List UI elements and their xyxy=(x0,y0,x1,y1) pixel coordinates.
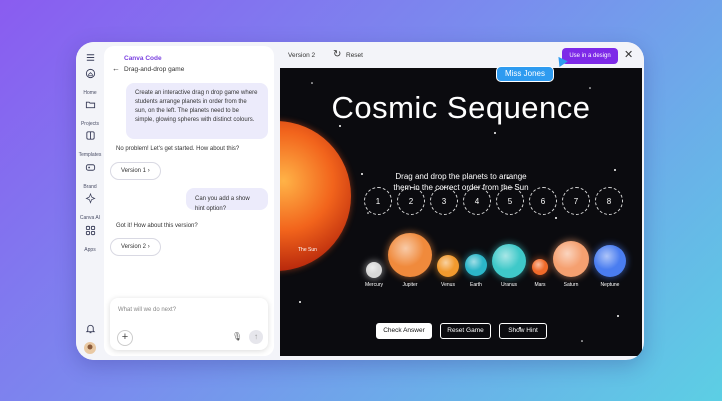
arrow-up-icon: ↑ xyxy=(254,332,258,341)
check-answer-button[interactable]: Check Answer xyxy=(376,323,432,339)
brand-title: Canva Code xyxy=(124,55,162,62)
game-subtitle-2: them in the correct order from the Sun xyxy=(393,183,529,192)
add-attachment-button[interactable]: + xyxy=(117,330,133,346)
app-window: Home Projects Templates Brand Canva AI A… xyxy=(76,42,644,360)
planet-mars[interactable] xyxy=(530,257,550,277)
planet-jupiter[interactable] xyxy=(386,231,434,279)
rail-item-canva-ai[interactable]: Canva AI xyxy=(76,193,104,224)
rail-label-canva-ai: Canva AI xyxy=(79,215,101,221)
planet-neptune[interactable] xyxy=(592,243,628,279)
drop-slot-8[interactable]: 8 xyxy=(595,187,623,215)
use-in-design-button[interactable]: Use in a design xyxy=(562,48,618,64)
planet-label-saturn: Saturn xyxy=(563,282,579,288)
planet-venus[interactable] xyxy=(435,253,461,279)
left-rail: Home Projects Templates Brand Canva AI A… xyxy=(76,42,104,360)
chevron-right-icon: › xyxy=(147,168,150,174)
rail-item-home[interactable]: Home xyxy=(76,68,104,99)
game-subtitle-1: Drag and drop the planets to arrange xyxy=(395,172,527,181)
sun-label: The Sun xyxy=(298,247,317,253)
bell-icon xyxy=(85,324,95,334)
chat-panel: Canva Code ← Drag-and-drop game Create a… xyxy=(104,46,274,356)
reset-game-button[interactable]: Reset Game xyxy=(440,323,491,339)
user-message-2: Can you add a show hint option? xyxy=(186,188,268,212)
planets xyxy=(364,231,628,280)
rail-item-projects[interactable]: Projects xyxy=(76,99,104,130)
close-icon[interactable]: ✕ xyxy=(624,48,633,61)
version-2-label: Version 2 xyxy=(121,244,147,250)
reset-icon[interactable]: ↻ xyxy=(333,49,341,60)
planet-label-mercury: Mercury xyxy=(364,282,384,288)
planet-saturn[interactable] xyxy=(551,239,591,279)
breadcrumb: Drag-and-drop game xyxy=(124,66,185,73)
planet-label-neptune: Neptune xyxy=(600,282,620,288)
canva-ai-icon xyxy=(84,193,96,204)
collaborator-badge: Miss Jones xyxy=(496,66,554,82)
menu-icon xyxy=(86,54,94,61)
notifications-button[interactable] xyxy=(76,323,104,336)
planet-label-jupiter: Jupiter xyxy=(402,282,418,288)
planet-mercury[interactable] xyxy=(364,260,384,280)
plus-icon: + xyxy=(121,331,129,343)
game-title: Cosmic Sequence xyxy=(331,90,591,125)
home-icon xyxy=(85,68,95,79)
rail-item-brand[interactable]: Brand xyxy=(76,162,104,193)
chevron-right-icon: › xyxy=(147,244,150,250)
game-preview: Cosmic Sequence Drag and drop the planet… xyxy=(280,68,642,356)
drop-slot-1[interactable]: 1 xyxy=(364,187,392,215)
rail-label-home: Home xyxy=(83,90,97,96)
version-1-label: Version 1 xyxy=(121,168,147,174)
brand-icon xyxy=(85,164,95,171)
templates-icon xyxy=(85,131,95,140)
show-hint-button[interactable]: Show Hint xyxy=(499,323,547,339)
rail-label-apps: Apps xyxy=(84,247,96,253)
preview-toolbar: Version 2 ↻ Reset Use in a design ✕ xyxy=(280,42,644,68)
user-avatar[interactable] xyxy=(76,341,104,359)
drop-slot-3[interactable]: 3 xyxy=(430,187,458,215)
back-arrow-icon[interactable]: ← xyxy=(112,64,120,73)
rail-label-brand: Brand xyxy=(83,184,97,190)
version-1-chip[interactable]: Version 1 › xyxy=(110,162,161,180)
apps-icon xyxy=(85,225,95,236)
drop-slot-4[interactable]: 4 xyxy=(463,187,491,215)
assistant-reply-1: No problem! Let's get started. How about… xyxy=(116,146,240,152)
avatar xyxy=(84,342,96,354)
menu-button[interactable] xyxy=(76,52,104,65)
chat-input-box[interactable]: What will we do next? + 🎙 ↑ xyxy=(110,298,268,350)
assistant-reply-2: Got it! How about this version? xyxy=(116,223,198,229)
rail-item-templates[interactable]: Templates xyxy=(76,130,104,161)
version-label: Version 2 xyxy=(288,52,316,59)
drop-slot-5[interactable]: 5 xyxy=(496,187,524,215)
rail-item-apps[interactable]: Apps xyxy=(76,225,104,256)
user-message-1: Create an interactive drag n drop game w… xyxy=(126,83,268,139)
rail-label-templates: Templates xyxy=(78,152,102,158)
reset-button[interactable]: Reset xyxy=(346,52,363,59)
drop-slot-2[interactable]: 2 xyxy=(397,187,425,215)
planet-uranus[interactable] xyxy=(490,242,528,280)
microphone-icon[interactable]: 🎙 xyxy=(232,332,242,341)
drop-slot-6[interactable]: 6 xyxy=(529,187,557,215)
folder-icon xyxy=(85,101,95,109)
planet-earth[interactable] xyxy=(463,252,489,278)
send-button[interactable]: ↑ xyxy=(249,330,263,344)
drop-slot-7[interactable]: 7 xyxy=(562,187,590,215)
chat-input[interactable]: What will we do next? xyxy=(118,307,176,313)
rail-label-projects: Projects xyxy=(80,121,100,127)
version-2-chip[interactable]: Version 2 › xyxy=(110,238,161,256)
